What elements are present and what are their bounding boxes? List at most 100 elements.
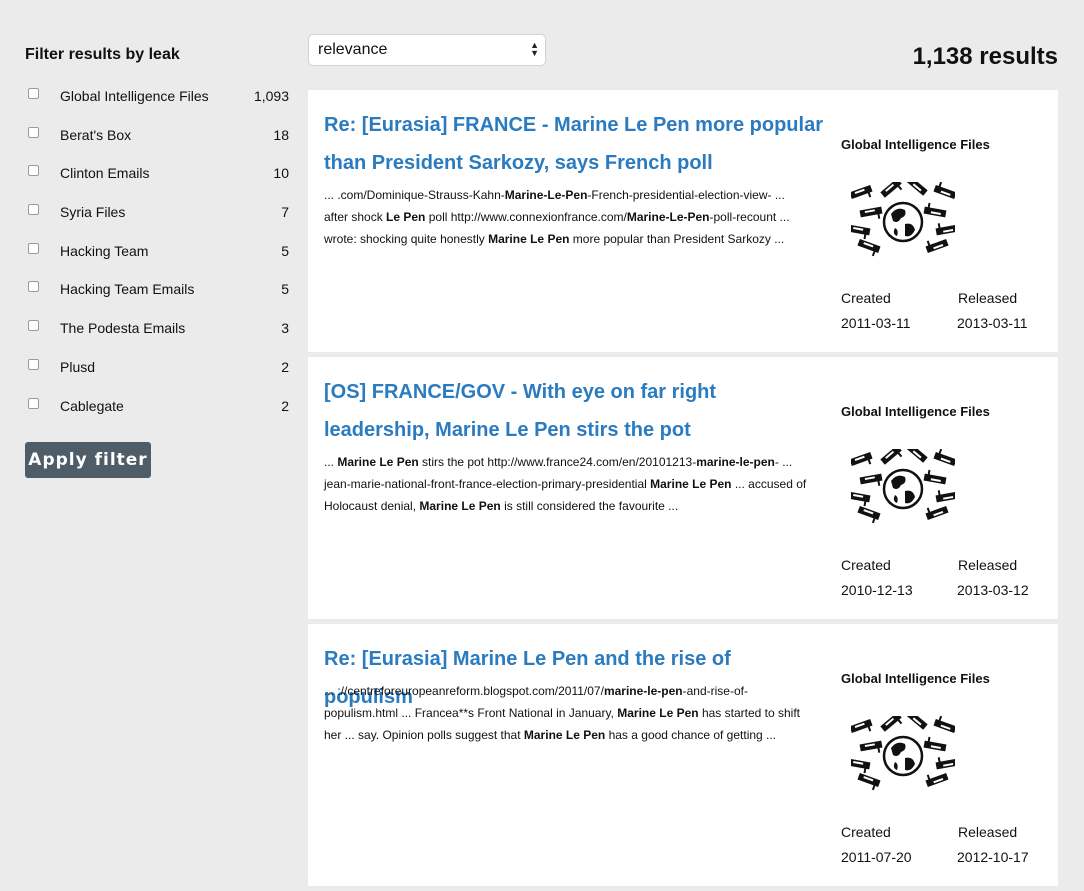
snippet-text: populism.html ... Francea**s Front Natio… — [324, 706, 618, 720]
created-label: Created — [841, 290, 891, 306]
released-date: 2013-03-12 — [957, 582, 1029, 598]
snippet-line: jean-marie-national-front-france-electio… — [324, 473, 824, 495]
result-snippet: ... Marine Le Pen stirs the pot http://w… — [324, 451, 824, 517]
filter-checkbox[interactable] — [28, 204, 39, 216]
result-snippet: ... .com/Dominique-Strauss-Kahn-Marine-L… — [324, 184, 824, 250]
created-date: 2011-07-20 — [841, 849, 912, 865]
results-count: 1,138 results — [912, 43, 1058, 70]
filter-item[interactable]: The Podesta Emails 3 — [25, 314, 291, 353]
snippet-text: after shock — [324, 210, 387, 224]
filter-checkbox[interactable] — [28, 358, 39, 370]
snippet-text: has started to shift — [698, 706, 800, 720]
filter-count: 5 — [281, 281, 289, 298]
filter-label: Plusd — [60, 358, 96, 375]
snippet-text: ... — [324, 455, 338, 469]
leak-logo-icon — [847, 174, 959, 258]
snippet-highlight: Marine Le Pen — [337, 455, 419, 469]
filter-label: Syria Files — [60, 204, 126, 221]
snippet-text: more popular than President Sarkozy ... — [569, 232, 785, 246]
result-snippet: ... ://centreforeuropeanreform.blogspot.… — [324, 680, 824, 746]
filter-item[interactable]: Cablegate 2 — [25, 392, 291, 431]
filter-item[interactable]: Global Intelligence Files 1,093 — [25, 82, 291, 121]
snippet-text: wrote: shocking quite honestly — [324, 232, 489, 246]
created-label: Created — [841, 824, 891, 840]
snippet-highlight: Marine-Le-Pen — [626, 210, 710, 224]
apply-filter-button[interactable]: Apply filter — [25, 442, 151, 478]
created-date: 2011-03-11 — [841, 315, 911, 331]
leak-source-name: Global Intelligence Files — [841, 404, 990, 419]
snippet-text: poll http://www.connexionfrance.com/ — [425, 210, 627, 224]
released-date: 2013-03-11 — [957, 315, 1028, 331]
filter-checkbox[interactable] — [28, 242, 39, 254]
snippet-text: ... accused of — [731, 477, 807, 491]
snippet-line: her ... say. Opinion polls suggest that … — [324, 724, 824, 746]
filter-item[interactable]: Hacking Team 5 — [25, 237, 291, 276]
snippet-text: is still considered the favourite ... — [500, 499, 679, 513]
filter-list: Global Intelligence Files 1,093 Berat's Bo… — [25, 82, 291, 430]
filter-count: 18 — [273, 126, 289, 143]
snippet-highlight: marine-le-pen — [603, 684, 683, 698]
filter-item[interactable]: Hacking Team Emails 5 — [25, 275, 291, 314]
snippet-text: -French-presidential-election-view- ... — [587, 188, 785, 202]
filter-item[interactable]: Berat's Box 18 — [25, 121, 291, 160]
result-card: [OS] FRANCE/GOV - With eye on far right … — [308, 357, 1058, 619]
snippet-text: - ... — [774, 455, 793, 469]
filter-count: 7 — [281, 204, 289, 221]
result-title-link[interactable]: [OS] FRANCE/GOV - With eye on far right … — [324, 373, 824, 449]
filter-item[interactable]: Clinton Emails 10 — [25, 159, 291, 198]
snippet-line: after shock Le Pen poll http://www.conne… — [324, 206, 824, 228]
released-label: Released — [958, 290, 1018, 306]
snippet-highlight: Marine Le Pen — [617, 706, 699, 720]
filter-label: Hacking Team — [60, 242, 149, 259]
filter-count: 5 — [281, 242, 289, 259]
snippet-line: ... ://centreforeuropeanreform.blogspot.… — [324, 680, 824, 702]
snippet-highlight: Marine-Le-Pen — [504, 188, 588, 202]
filter-label: Clinton Emails — [60, 165, 150, 182]
filter-checkbox[interactable] — [28, 320, 39, 332]
filter-item[interactable]: Plusd 2 — [25, 353, 291, 392]
filter-count: 1,093 — [253, 88, 289, 104]
filter-checkbox[interactable] — [28, 88, 39, 99]
snippet-line: ... .com/Dominique-Strauss-Kahn-Marine-L… — [324, 184, 824, 206]
result-card: Re: [Eurasia] Marine Le Pen and the rise… — [308, 624, 1058, 886]
filter-label: Cablegate — [60, 397, 124, 414]
snippet-highlight: marine-le-pen — [696, 455, 775, 469]
sort-select[interactable]: relevance ▲ ▼ — [308, 34, 546, 66]
filter-count: 2 — [281, 397, 289, 414]
snippet-text: has a good chance of getting ... — [605, 728, 777, 742]
snippet-highlight: Le Pen — [386, 210, 426, 224]
snippet-text: -and-rise-of- — [682, 684, 748, 698]
snippet-highlight: Marine Le Pen — [523, 728, 606, 742]
snippet-highlight: Marine Le Pen — [650, 477, 732, 491]
created-label: Created — [841, 557, 891, 573]
leak-logo-icon — [847, 441, 959, 525]
snippet-line: wrote: shocking quite honestly Marine Le… — [324, 228, 824, 250]
snippet-line: populism.html ... Francea**s Front Natio… — [324, 702, 824, 724]
result-title-link[interactable]: Re: [Eurasia] FRANCE - Marine Le Pen mor… — [324, 106, 824, 182]
sort-select-value: relevance — [318, 41, 388, 58]
released-label: Released — [958, 557, 1018, 573]
filter-count: 10 — [273, 165, 289, 182]
snippet-highlight: Marine Le Pen — [419, 499, 501, 513]
filter-item[interactable]: Syria Files 7 — [25, 198, 291, 237]
snippet-highlight: Marine Le Pen — [488, 232, 570, 246]
snippet-text: -poll-recount ... — [709, 210, 790, 224]
snippet-text: ... .com/Dominique-Strauss-Kahn- — [324, 188, 505, 202]
filter-checkbox[interactable] — [28, 281, 39, 293]
filter-checkbox[interactable] — [28, 165, 39, 177]
released-label: Released — [958, 824, 1018, 840]
filter-count: 3 — [281, 320, 289, 337]
snippet-text: ... ://centreforeuropeanreform.blogspot.… — [324, 684, 604, 698]
leak-source-name: Global Intelligence Files — [841, 671, 990, 686]
filter-label: Berat's Box — [60, 126, 132, 143]
filter-count: 2 — [281, 358, 289, 375]
filter-checkbox[interactable] — [28, 397, 39, 409]
leak-source-name: Global Intelligence Files — [841, 137, 990, 152]
snippet-text: her ... say. Opinion polls suggest that — [324, 728, 524, 742]
filter-label: The Podesta Emails — [60, 320, 186, 337]
filter-label: Hacking Team Emails — [60, 281, 195, 298]
filter-label: Global Intelligence Files — [60, 88, 209, 104]
select-arrows-icon: ▲ ▼ — [530, 40, 539, 58]
snippet-text: jean-marie-national-front-france-electio… — [324, 477, 651, 491]
filter-checkbox[interactable] — [28, 126, 39, 138]
